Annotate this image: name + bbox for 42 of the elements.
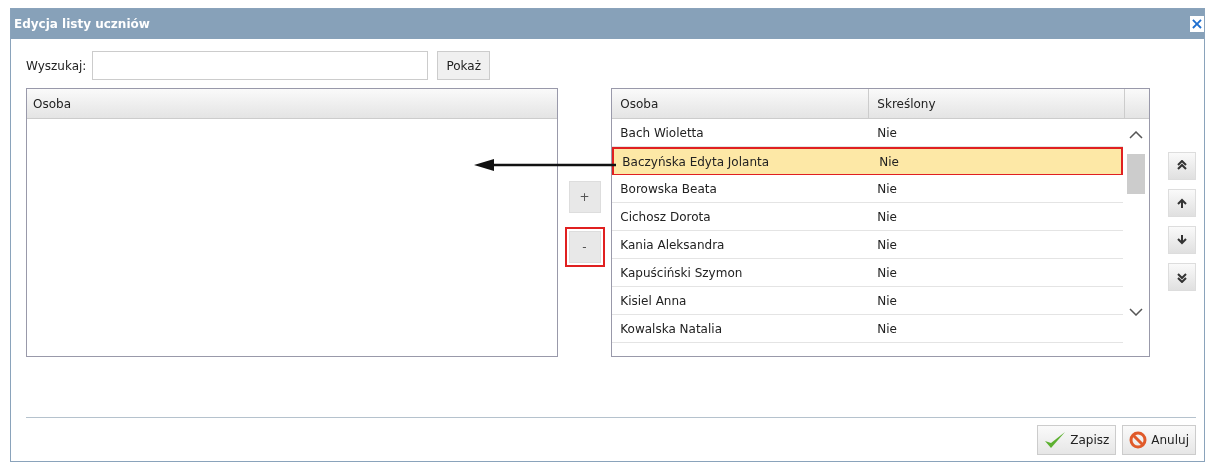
transfer-button[interactable]: -: [568, 231, 601, 263]
column-header: Osoba: [612, 89, 870, 118]
reorder-button[interactable]: [1168, 189, 1196, 217]
table-cell-text: Kisiel Anna: [619, 292, 688, 310]
show-button[interactable]: Pokaż: [437, 51, 490, 80]
window-title: Edycja listy uczniów: [14, 16, 150, 33]
table-cell-text: Kowalska Natalia: [619, 320, 723, 338]
table-cell-text: Baczyńska Edyta Jolanta: [621, 153, 771, 171]
checkmark-icon: [1044, 430, 1067, 449]
table-cell-text: Nie: [876, 180, 898, 198]
transfer-button[interactable]: +: [568, 181, 601, 213]
search-field[interactable]: [92, 51, 429, 80]
table-cell-text: Nie: [876, 208, 898, 226]
column-header: Skreślony: [869, 89, 1126, 118]
chevron-up-icon[interactable]: [1129, 131, 1144, 139]
down-arrow-icon: [1176, 234, 1188, 246]
table-cell-text: Cichosz Dorota: [619, 208, 712, 226]
table-cell-text: Nie: [876, 124, 898, 142]
table-cell-text: Nie: [876, 292, 898, 310]
table-cell-text: Nie: [876, 236, 898, 254]
column-header: Osoba: [27, 89, 557, 119]
double-up-arrow-icon: [1176, 160, 1188, 172]
table-cell-text: Borowska Beata: [619, 180, 718, 198]
table-cell-text: Nie: [876, 320, 898, 338]
table-row[interactable]: Baczyńska Edyta Jolanta Nie: [612, 147, 1124, 175]
close-button[interactable]: ×: [1190, 16, 1204, 32]
up-arrow-icon: [1176, 197, 1188, 209]
table-cell-text: Nie: [878, 153, 900, 171]
double-down-arrow-icon: [1176, 271, 1188, 283]
table-cell-text: Bach Wioletta: [619, 124, 705, 142]
reorder-button[interactable]: [1168, 152, 1196, 180]
prohibited-icon: [1129, 430, 1148, 449]
save-button[interactable]: Zapisz: [1037, 424, 1117, 455]
reorder-button[interactable]: [1168, 263, 1196, 291]
reorder-button[interactable]: [1168, 226, 1196, 254]
table-cell-text: Kania Aleksandra: [619, 236, 726, 254]
cancel-button[interactable]: Anuluj: [1122, 424, 1196, 455]
search-label: Wyszukaj:: [26, 57, 87, 75]
chevron-down-icon[interactable]: [1129, 308, 1144, 316]
scrollbar-thumb[interactable]: [1127, 153, 1146, 194]
table-cell-text: Kapuściński Szymon: [619, 264, 744, 282]
table-cell-text: Nie: [876, 264, 898, 282]
